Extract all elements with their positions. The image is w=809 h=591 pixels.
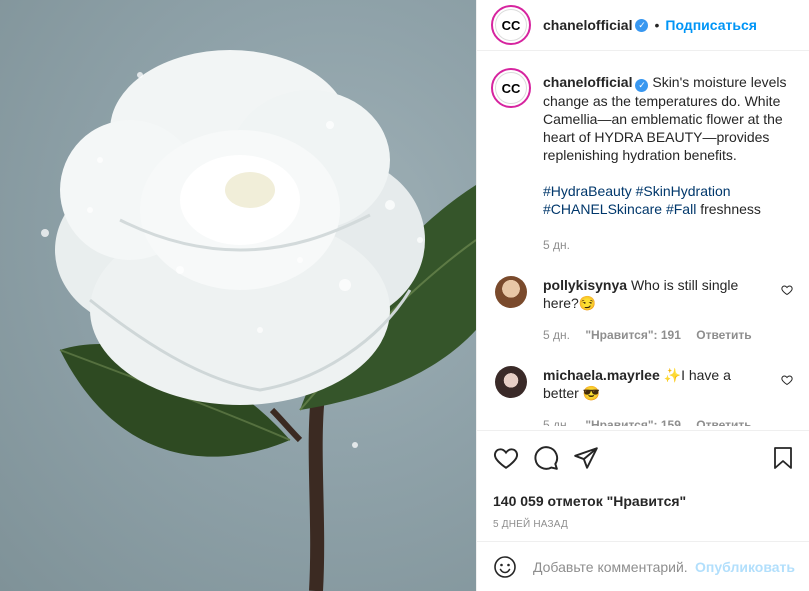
- caption-avatar[interactable]: CC: [491, 68, 531, 108]
- heart-icon[interactable]: [781, 284, 793, 296]
- publish-button[interactable]: Опубликовать: [695, 559, 795, 575]
- likes-count[interactable]: 140 059 отметок "Нравится": [493, 493, 795, 509]
- verified-icon: ✓: [635, 18, 649, 32]
- post-actions: 140 059 отметок "Нравится" 5 ДНЕЙ НАЗАД: [477, 430, 809, 530]
- commenter-username[interactable]: pollykisynya: [543, 277, 627, 293]
- heart-icon[interactable]: [493, 445, 519, 471]
- comment-item: michaela.mayrlee ✨I have a better 😎 5 дн…: [491, 366, 793, 426]
- hashtag-link[interactable]: #HydraBeauty: [543, 183, 632, 199]
- heart-icon[interactable]: [781, 374, 793, 386]
- comment-meta: 5 дн. "Нравится": 191 Ответить: [543, 326, 765, 344]
- comment-body: michaela.mayrlee ✨I have a better 😎 5 дн…: [543, 366, 793, 426]
- comment-input[interactable]: Добавьте комментарий...: [533, 559, 687, 575]
- comment-body: pollykisynya Who is still single here?😏 …: [543, 276, 793, 344]
- chanel-logo: CC: [495, 9, 527, 41]
- post-date[interactable]: 5 ДНЕЙ НАЗАД: [493, 519, 795, 530]
- caption-tail: freshness: [700, 201, 761, 217]
- hashtag-link[interactable]: #SkinHydration: [636, 183, 731, 199]
- comment-item: pollykisynya Who is still single here?😏 …: [491, 276, 793, 344]
- caption-body: chanelofficial ✓ Skin's moisture levels c…: [543, 68, 793, 254]
- hashtag-link[interactable]: #CHANELSkincare: [543, 201, 662, 217]
- hashtag-link[interactable]: #Fall: [666, 201, 696, 217]
- post-sidebar: CC chanelofficial ✓ • Подписаться CC cha…: [476, 0, 809, 591]
- emoji-icon[interactable]: [493, 555, 517, 579]
- bookmark-icon[interactable]: [771, 445, 795, 471]
- post-header: CC chanelofficial ✓ • Подписаться: [477, 0, 809, 51]
- comment-time[interactable]: 5 дн.: [543, 328, 570, 342]
- commenter-avatar[interactable]: [495, 366, 527, 398]
- post-image[interactable]: [0, 0, 476, 591]
- separator-dot: •: [654, 17, 660, 33]
- comment-likes[interactable]: "Нравится": 159: [585, 418, 681, 426]
- author-username[interactable]: chanelofficial: [543, 17, 632, 33]
- caption-time[interactable]: 5 дн.: [543, 236, 793, 254]
- follow-button[interactable]: Подписаться: [665, 17, 757, 33]
- add-comment-bar: Добавьте комментарий... Опубликовать: [477, 541, 809, 591]
- comments-list[interactable]: CC chanelofficial ✓ Skin's moisture level…: [477, 52, 809, 426]
- caption-username[interactable]: chanelofficial: [543, 74, 632, 90]
- reply-button[interactable]: Ответить: [696, 328, 751, 342]
- post-caption: CC chanelofficial ✓ Skin's moisture level…: [491, 68, 793, 254]
- commenter-avatar[interactable]: [495, 276, 527, 308]
- caption-hashtags: #HydraBeauty #SkinHydration #CHANELSkinc…: [543, 182, 793, 218]
- comment-meta: 5 дн. "Нравится": 159 Ответить: [543, 416, 765, 426]
- commenter-username[interactable]: michaela.mayrlee: [543, 367, 660, 383]
- reply-button[interactable]: Ответить: [696, 418, 751, 426]
- camellia-photo: [41, 50, 476, 591]
- comment-likes[interactable]: "Нравится": 191: [585, 328, 681, 342]
- share-icon[interactable]: [573, 445, 599, 471]
- chanel-logo: CC: [495, 72, 527, 104]
- action-icons: [493, 445, 795, 471]
- comment-icon[interactable]: [533, 445, 559, 471]
- verified-icon: ✓: [635, 79, 649, 92]
- author-avatar[interactable]: CC: [491, 5, 531, 45]
- comment-time[interactable]: 5 дн.: [543, 418, 570, 426]
- instagram-post: CC chanelofficial ✓ • Подписаться CC cha…: [0, 0, 809, 591]
